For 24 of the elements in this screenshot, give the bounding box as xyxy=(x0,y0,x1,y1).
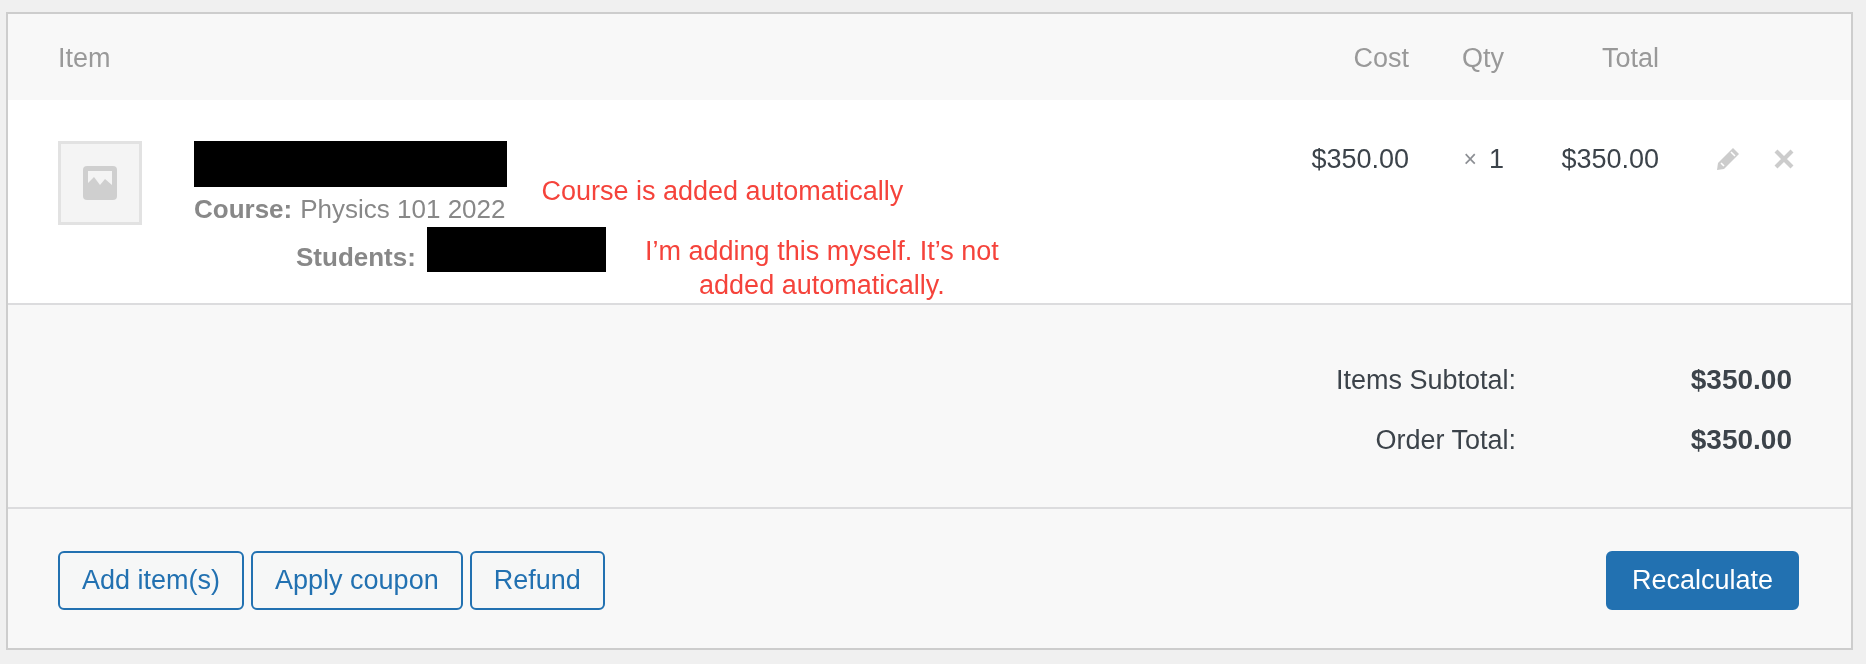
totals-label: Items Subtotal: xyxy=(1335,364,1516,397)
quantity-multiplier: × xyxy=(1463,145,1477,173)
column-header: Item xyxy=(57,42,112,74)
image-placeholder-icon xyxy=(58,141,142,225)
annotation-text: Course is added automatically xyxy=(541,175,904,208)
totals-amount: $350.00 xyxy=(1689,423,1792,457)
action-button[interactable]: Refund xyxy=(469,551,605,610)
action-button[interactable]: Apply coupon xyxy=(251,551,463,610)
annotation-text: I’m adding this myself. It’s not added automatically. xyxy=(644,235,1000,302)
column-header: Total xyxy=(1600,42,1659,74)
column-header: Qty xyxy=(1461,42,1504,74)
close-icon[interactable] xyxy=(1774,149,1794,169)
item-cost: $350.00 xyxy=(1311,143,1409,175)
meta-label: Students: xyxy=(296,241,416,274)
totals-label: Order Total: xyxy=(1374,424,1516,457)
item-quantity: 1 xyxy=(1488,143,1504,175)
item-total: $350.00 xyxy=(1561,143,1659,175)
meta-value: Physics 101 2022 xyxy=(300,193,506,226)
meta-label: Course: xyxy=(194,193,293,226)
recalculate-button[interactable]: Recalculate xyxy=(1605,551,1799,610)
action-button[interactable]: Add item(s) xyxy=(58,551,245,610)
pencil-icon[interactable] xyxy=(1716,147,1740,171)
column-header: Cost xyxy=(1352,42,1409,74)
totals-amount: $350.00 xyxy=(1689,363,1792,397)
